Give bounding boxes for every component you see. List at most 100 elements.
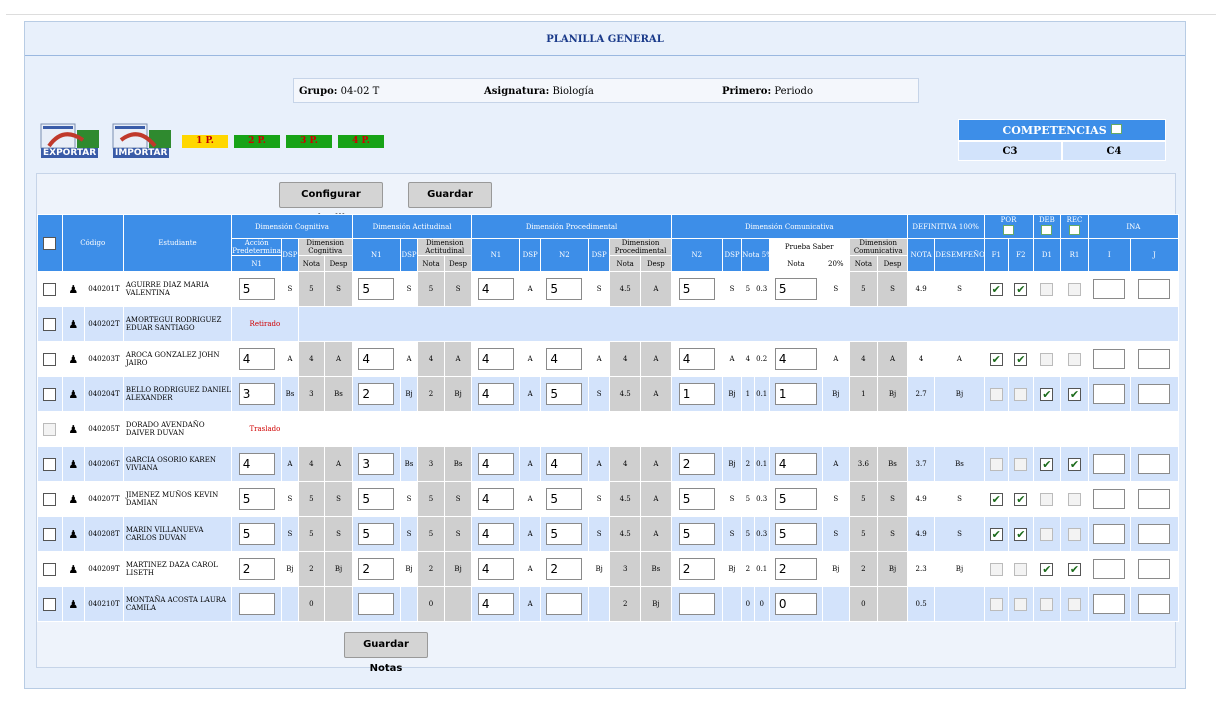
proc-n1-input[interactable]: 4	[477, 278, 514, 300]
guardar-notas-button[interactable]: Guardar Notas	[408, 182, 492, 224]
com-n2-input[interactable]: 1	[678, 383, 715, 405]
competencia-c4[interactable]: C4	[1062, 141, 1166, 161]
proc-n1-input[interactable]: 4	[477, 488, 514, 510]
f2-checkbox[interactable]	[1014, 597, 1028, 611]
proc-n2-input[interactable]: 4	[546, 348, 583, 370]
f2-checkbox[interactable]	[1014, 457, 1028, 471]
period-1-button[interactable]: 1 P.	[182, 135, 228, 148]
proc-n2-input[interactable]: 5	[546, 523, 583, 545]
d1-checkbox[interactable]	[1040, 597, 1054, 611]
row-checkbox[interactable]	[43, 492, 57, 506]
row-checkbox[interactable]	[43, 422, 57, 436]
proc-n1-input[interactable]: 4	[477, 558, 514, 580]
ina-i-input[interactable]	[1093, 279, 1126, 299]
guardar-notas-bottom-button[interactable]: Guardar Notas	[344, 632, 428, 674]
ina-j-input[interactable]	[1138, 349, 1171, 369]
act-n1-input[interactable]: 5	[358, 278, 395, 300]
rec-add-icon[interactable]	[1068, 225, 1080, 235]
d1-checkbox[interactable]: ✔	[1040, 457, 1054, 471]
d1-checkbox[interactable]	[1040, 527, 1054, 541]
ina-i-input[interactable]	[1093, 489, 1126, 509]
ina-i-input[interactable]	[1093, 594, 1126, 614]
period-4-button[interactable]: 4 P.	[338, 135, 384, 148]
ina-j-input[interactable]	[1138, 489, 1171, 509]
act-n1-input[interactable]: 4	[358, 348, 395, 370]
r1-checkbox[interactable]: ✔	[1067, 562, 1081, 576]
ina-i-input[interactable]	[1093, 559, 1126, 579]
r1-checkbox[interactable]	[1067, 492, 1081, 506]
row-checkbox[interactable]	[43, 387, 57, 401]
cog-n1-input[interactable]: 4	[238, 453, 275, 475]
row-checkbox[interactable]	[43, 527, 57, 541]
r1-checkbox[interactable]	[1067, 352, 1081, 366]
f1-checkbox[interactable]: ✔	[989, 527, 1003, 541]
ina-i-input[interactable]	[1093, 349, 1126, 369]
r1-checkbox[interactable]: ✔	[1067, 457, 1081, 471]
f1-checkbox[interactable]: ✔	[989, 352, 1003, 366]
proc-n2-input[interactable]: 4	[546, 453, 583, 475]
ps-nota-input[interactable]: 2	[774, 558, 817, 580]
cog-n1-input[interactable]: 5	[238, 523, 275, 545]
ina-j-input[interactable]	[1138, 524, 1171, 544]
com-n2-input[interactable]: 4	[678, 348, 715, 370]
row-checkbox[interactable]	[43, 457, 57, 471]
ps-nota-input[interactable]: 5	[774, 278, 817, 300]
ps-nota-input[interactable]: 0	[774, 593, 817, 615]
proc-n2-input[interactable]: 5	[546, 488, 583, 510]
act-n1-input[interactable]: 5	[358, 488, 395, 510]
r1-checkbox[interactable]: ✔	[1067, 387, 1081, 401]
ina-i-input[interactable]	[1093, 454, 1126, 474]
com-n2-input[interactable]: 5	[678, 523, 715, 545]
f2-checkbox[interactable]: ✔	[1014, 527, 1028, 541]
f1-checkbox[interactable]: ✔	[989, 492, 1003, 506]
r1-checkbox[interactable]	[1067, 527, 1081, 541]
ina-j-input[interactable]	[1138, 279, 1171, 299]
ps-nota-input[interactable]: 4	[774, 348, 817, 370]
r1-checkbox[interactable]	[1067, 282, 1081, 296]
proc-n1-input[interactable]: 4	[477, 523, 514, 545]
com-n2-input[interactable]: 2	[678, 558, 715, 580]
f2-checkbox[interactable]	[1014, 562, 1028, 576]
ina-j-input[interactable]	[1138, 594, 1171, 614]
ina-j-input[interactable]	[1138, 384, 1171, 404]
f1-checkbox[interactable]	[989, 562, 1003, 576]
row-checkbox[interactable]	[43, 562, 57, 576]
act-n1-input[interactable]	[358, 593, 395, 615]
configurar-planilla-button[interactable]: Configurar Planilla	[279, 182, 383, 224]
f2-checkbox[interactable]: ✔	[1014, 492, 1028, 506]
proc-n1-input[interactable]: 4	[477, 348, 514, 370]
ina-i-input[interactable]	[1093, 524, 1126, 544]
com-n2-input[interactable]: 5	[678, 278, 715, 300]
ps-nota-input[interactable]: 5	[774, 488, 817, 510]
act-n1-input[interactable]: 2	[358, 558, 395, 580]
f1-checkbox[interactable]	[989, 457, 1003, 471]
cog-n1-input[interactable]: 5	[238, 488, 275, 510]
ps-nota-input[interactable]: 4	[774, 453, 817, 475]
cog-n1-input[interactable]: 3	[238, 383, 275, 405]
ina-j-input[interactable]	[1138, 559, 1171, 579]
competencias-header[interactable]: COMPETENCIAS	[958, 119, 1166, 141]
proc-n2-input[interactable]	[546, 593, 583, 615]
ina-j-input[interactable]	[1138, 454, 1171, 474]
ps-nota-input[interactable]: 1	[774, 383, 817, 405]
d1-checkbox[interactable]	[1040, 282, 1054, 296]
add-competencia-icon[interactable]	[1110, 124, 1122, 134]
deb-add-icon[interactable]	[1041, 225, 1053, 235]
act-n1-input[interactable]: 5	[358, 523, 395, 545]
d1-checkbox[interactable]: ✔	[1040, 562, 1054, 576]
cog-n1-input[interactable]: 2	[238, 558, 275, 580]
row-checkbox[interactable]	[43, 352, 57, 366]
ina-i-input[interactable]	[1093, 384, 1126, 404]
period-3-button[interactable]: 3 P.	[286, 135, 332, 148]
com-n2-input[interactable]: 5	[678, 488, 715, 510]
f2-checkbox[interactable]	[1014, 387, 1028, 401]
f1-checkbox[interactable]	[989, 387, 1003, 401]
d1-checkbox[interactable]: ✔	[1040, 387, 1054, 401]
por-add-icon[interactable]	[1003, 225, 1015, 235]
ps-nota-input[interactable]: 5	[774, 523, 817, 545]
r1-checkbox[interactable]	[1067, 597, 1081, 611]
proc-n2-input[interactable]: 2	[546, 558, 583, 580]
proc-n2-input[interactable]: 5	[546, 383, 583, 405]
f2-checkbox[interactable]: ✔	[1014, 282, 1028, 296]
competencia-c3[interactable]: C3	[958, 141, 1062, 161]
